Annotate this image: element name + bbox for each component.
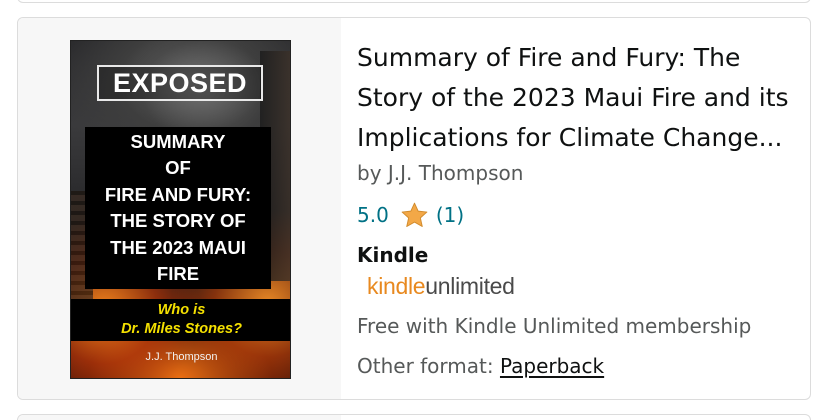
rating-row[interactable]: 5.0 (1): [357, 201, 802, 229]
cover-title-box: SUMMARY OF FIRE AND FURY: THE STORY OF T…: [85, 127, 271, 289]
next-result-image-strip: [18, 415, 341, 420]
membership-text: Free with Kindle Unlimited membership: [357, 314, 752, 338]
cover-exposed-text: EXPOSED: [112, 67, 248, 98]
star-icon[interactable]: [399, 201, 430, 230]
ku-unlimited-word: unlimited: [425, 273, 515, 299]
book-cover-image[interactable]: EXPOSED SUMMARY OF FIRE AND FURY: THE ST…: [70, 40, 291, 379]
rating-count[interactable]: (1): [436, 203, 464, 227]
product-result-card[interactable]: EXPOSED SUMMARY OF FIRE AND FURY: THE ST…: [17, 17, 811, 400]
format-label[interactable]: Kindle: [357, 241, 802, 269]
cover-tagline-box: Who is Dr. Miles Stones?: [71, 299, 290, 341]
cover-author-text: J.J. Thompson: [145, 351, 218, 363]
product-details: Summary of Fire and Fury: The Story of t…: [357, 38, 802, 380]
other-format-label: Other format:: [357, 354, 500, 378]
product-byline: by J.J. Thompson: [357, 161, 524, 185]
cover-exposed-banner: EXPOSED: [97, 65, 263, 101]
search-results-page: EXPOSED SUMMARY OF FIRE AND FURY: THE ST…: [0, 0, 828, 420]
rating-value[interactable]: 5.0: [357, 203, 389, 227]
ku-kindle-word: kindle: [367, 273, 426, 299]
product-image-pane[interactable]: EXPOSED SUMMARY OF FIRE AND FURY: THE ST…: [18, 18, 341, 399]
other-format-row: Other format: Paperback: [357, 352, 802, 380]
cover-tagline-text: Who is Dr. Miles Stones?: [121, 302, 242, 337]
paperback-link[interactable]: Paperback: [500, 354, 604, 378]
previous-result-card-edge: [17, 0, 811, 3]
kindle-unlimited-logo: kindle unlimited: [367, 273, 802, 301]
next-result-card-edge: [17, 414, 811, 420]
cover-title-text: SUMMARY OF FIRE AND FURY: THE STORY OF T…: [104, 130, 252, 285]
product-title-link[interactable]: Summary of Fire and Fury: The Story of t…: [357, 38, 802, 158]
